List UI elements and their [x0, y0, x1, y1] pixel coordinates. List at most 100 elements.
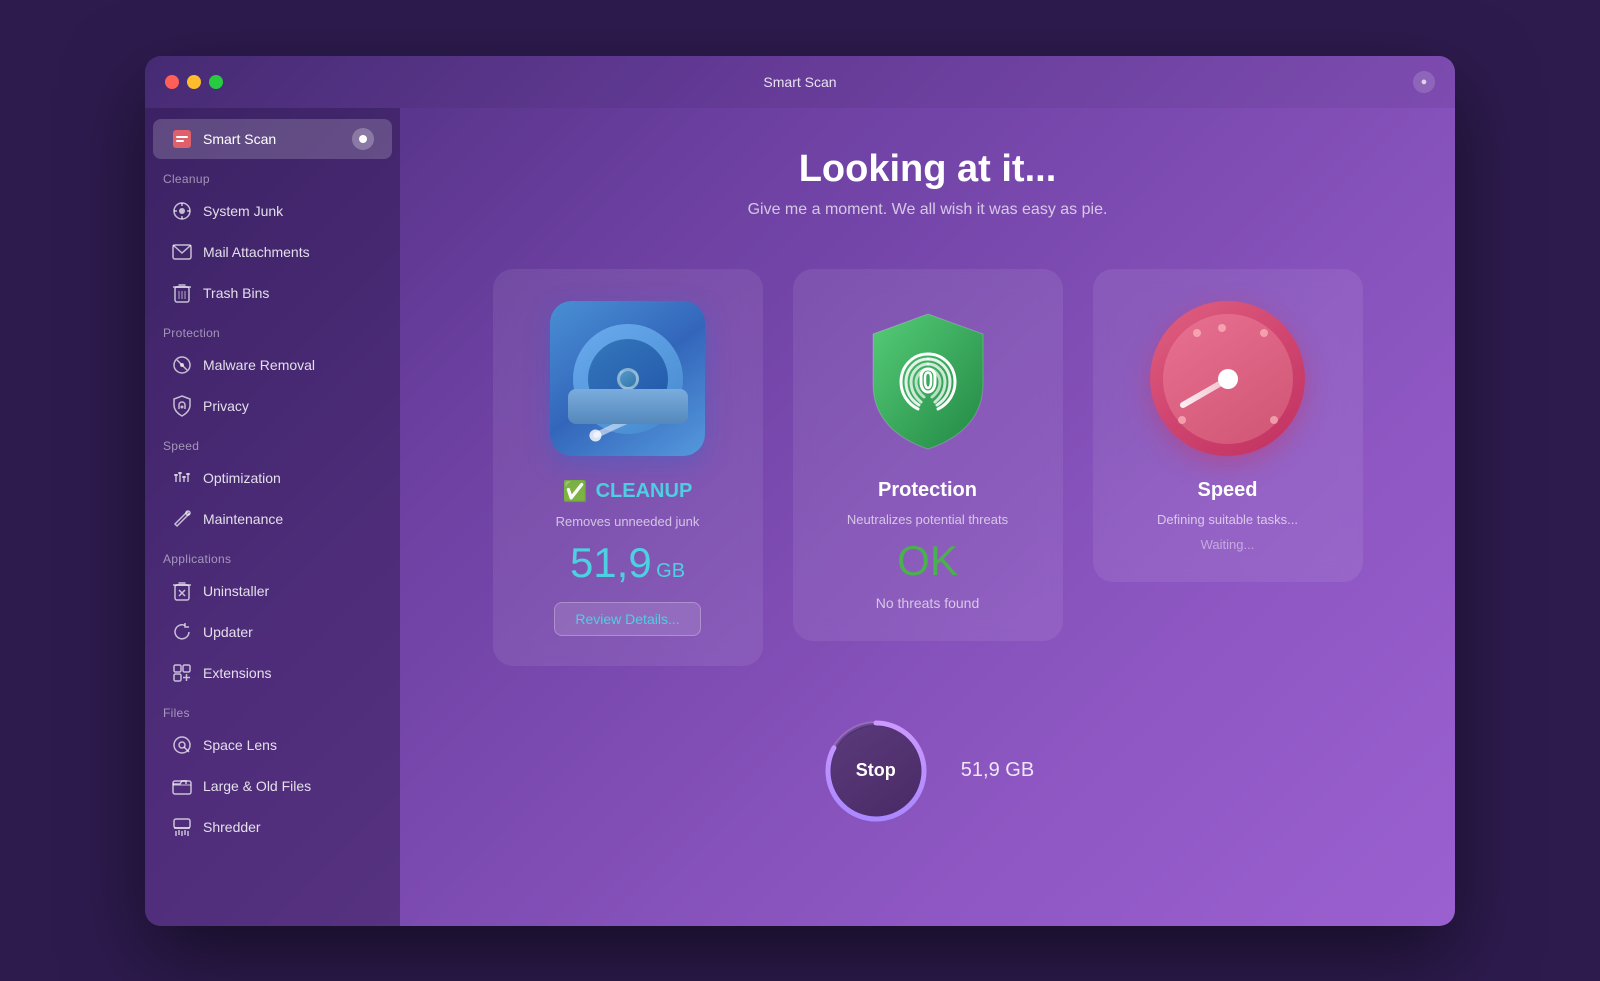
speed-card-title: Speed [1197, 479, 1257, 502]
protection-card: Protection Neutralizes potential threats… [793, 269, 1063, 641]
sidebar-item-updater[interactable]: Updater [153, 612, 392, 652]
shield-icon [853, 304, 1003, 454]
updater-icon [171, 621, 193, 643]
trash-bins-label: Trash Bins [203, 285, 269, 301]
extensions-icon [171, 662, 193, 684]
sidebar-item-mail-attachments[interactable]: Mail Attachments [153, 232, 392, 272]
large-old-files-label: Large & Old Files [203, 778, 311, 794]
system-junk-icon [171, 200, 193, 222]
stop-area: Stop 51,9 GB [821, 716, 1034, 826]
speed-defining: Defining suitable tasks... [1157, 512, 1298, 527]
sidebar-item-uninstaller[interactable]: Uninstaller [153, 571, 392, 611]
optimization-label: Optimization [203, 470, 281, 486]
maintenance-icon [171, 508, 193, 530]
protection-icon-wrapper [848, 299, 1008, 459]
review-details-button[interactable]: Review Details... [554, 602, 700, 636]
maintenance-label: Maintenance [203, 511, 283, 527]
protection-card-title: Protection [878, 479, 977, 502]
section-label-cleanup: Cleanup [145, 160, 400, 190]
sidebar-item-maintenance[interactable]: Maintenance [153, 499, 392, 539]
sidebar-item-privacy[interactable]: Privacy [153, 386, 392, 426]
extensions-label: Extensions [203, 665, 271, 681]
cleanup-subtitle: Removes unneeded junk [556, 514, 700, 529]
main-subheading: Give me a moment. We all wish it was eas… [748, 201, 1108, 219]
speed-dot [1178, 416, 1186, 424]
speed-dot [1270, 416, 1278, 424]
speed-waiting: Waiting... [1201, 537, 1255, 552]
section-label-protection: Protection [145, 314, 400, 344]
cleanup-title-row: ✅ CLEANUP [563, 479, 693, 504]
sidebar-item-shredder[interactable]: Shredder [153, 807, 392, 847]
sidebar-item-malware-removal[interactable]: Malware Removal [153, 345, 392, 385]
cleanup-card-title: CLEANUP [596, 480, 693, 503]
section-label-files: Files [145, 694, 400, 724]
content-area: Smart Scan Cleanup [145, 108, 1455, 926]
updater-label: Updater [203, 624, 253, 640]
hdd-base [568, 389, 688, 424]
protection-subtitle: Neutralizes potential threats [847, 512, 1008, 527]
protection-no-threats: No threats found [876, 595, 980, 611]
uninstaller-label: Uninstaller [203, 583, 269, 599]
privacy-icon [171, 395, 193, 417]
optimization-icon [171, 467, 193, 489]
sidebar: Smart Scan Cleanup [145, 108, 400, 926]
stop-button-wrapper: Stop [821, 716, 931, 826]
stop-size: 51,9 GB [961, 759, 1034, 782]
main-heading: Looking at it... [799, 148, 1057, 191]
speed-title-row: Speed [1197, 479, 1257, 502]
trash-bins-icon [171, 282, 193, 304]
sidebar-item-large-old-files[interactable]: Large & Old Files [153, 766, 392, 806]
speedometer-inner [1163, 314, 1293, 444]
space-lens-icon [171, 734, 193, 756]
cleanup-icon-wrapper [548, 299, 708, 459]
speed-dot [1260, 329, 1268, 337]
close-button[interactable] [165, 75, 179, 89]
system-junk-label: System Junk [203, 203, 283, 219]
malware-removal-icon [171, 354, 193, 376]
protection-title-row: Protection [878, 479, 977, 502]
smart-scan-label: Smart Scan [203, 131, 276, 147]
mail-attachments-icon [171, 241, 193, 263]
speed-dot [1218, 324, 1226, 332]
active-indicator [352, 128, 374, 150]
section-label-applications: Applications [145, 540, 400, 570]
cleanup-value-number: 51,9 [570, 539, 652, 586]
title-bar: Smart Scan ● [145, 56, 1455, 108]
sidebar-item-trash-bins[interactable]: Trash Bins [153, 273, 392, 313]
smart-scan-icon [171, 128, 193, 150]
space-lens-label: Space Lens [203, 737, 277, 753]
cleanup-card: ✅ CLEANUP Removes unneeded junk 51,9 GB … [493, 269, 763, 666]
speed-dot [1193, 329, 1201, 337]
settings-icon[interactable]: ● [1413, 71, 1435, 93]
speed-card: Speed Defining suitable tasks... Waiting… [1093, 269, 1363, 582]
main-content: Looking at it... Give me a moment. We al… [400, 108, 1455, 926]
protection-ok-value: OK [897, 537, 958, 585]
large-old-files-icon [171, 775, 193, 797]
mail-attachments-label: Mail Attachments [203, 244, 310, 260]
shredder-label: Shredder [203, 819, 261, 835]
malware-removal-label: Malware Removal [203, 357, 315, 373]
stop-button[interactable]: Stop [831, 726, 921, 816]
speedometer-center [1218, 369, 1238, 389]
uninstaller-icon [171, 580, 193, 602]
sidebar-item-space-lens[interactable]: Space Lens [153, 725, 392, 765]
cleanup-check-icon: ✅ [563, 479, 588, 504]
traffic-lights [165, 75, 223, 89]
sidebar-item-system-junk[interactable]: System Junk [153, 191, 392, 231]
maximize-button[interactable] [209, 75, 223, 89]
shredder-icon [171, 816, 193, 838]
cleanup-value: 51,9 GB [570, 539, 685, 587]
privacy-label: Privacy [203, 398, 249, 414]
main-window: Smart Scan ● Smart Scan Clea [145, 56, 1455, 926]
sidebar-item-extensions[interactable]: Extensions [153, 653, 392, 693]
sidebar-item-optimization[interactable]: Optimization [153, 458, 392, 498]
speed-icon-wrapper [1148, 299, 1308, 459]
window-title: Smart Scan [763, 74, 836, 90]
cleanup-value-unit: GB [656, 560, 685, 582]
cards-row: ✅ CLEANUP Removes unneeded junk 51,9 GB … [430, 269, 1425, 666]
hdd-icon [550, 301, 705, 456]
speedometer-icon [1150, 301, 1305, 456]
sidebar-item-smart-scan[interactable]: Smart Scan [153, 119, 392, 159]
section-label-speed: Speed [145, 427, 400, 457]
minimize-button[interactable] [187, 75, 201, 89]
